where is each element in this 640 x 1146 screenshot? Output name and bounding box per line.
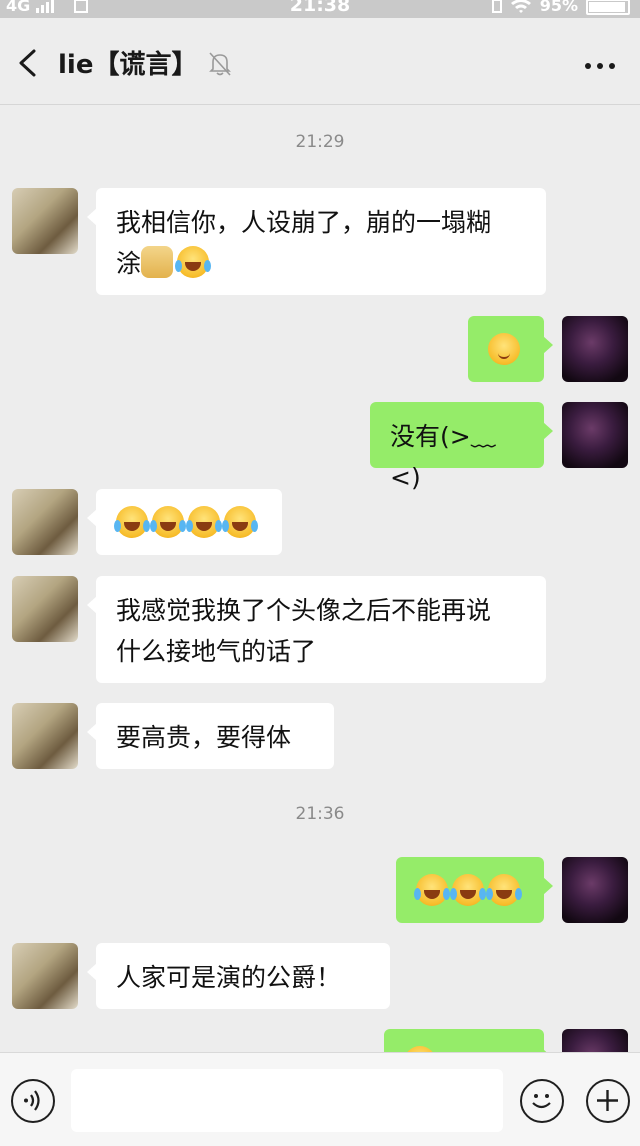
message-text: 没有(>﹏<) xyxy=(390,422,496,492)
wifi-icon xyxy=(510,0,531,13)
laugh-cry-emoji-icon xyxy=(186,506,222,538)
more-icon[interactable] xyxy=(584,62,616,70)
voice-button[interactable] xyxy=(11,1079,55,1123)
emoji-button[interactable] xyxy=(520,1079,564,1123)
message-bubble-received[interactable]: 我感觉我换了个头像之后不能再说 什么接地气的话了 xyxy=(87,576,546,683)
contact-avatar[interactable] xyxy=(12,943,78,1009)
message-text: 我相信你，人设崩了，崩的一塌糊 xyxy=(116,208,492,237)
timestamp: 21:29 xyxy=(295,132,345,152)
message-bubble-sent[interactable]: 没有(>﹏<) xyxy=(370,402,553,492)
timestamp: 21:36 xyxy=(295,804,345,824)
battery-percent: 95% xyxy=(539,0,578,15)
my-avatar[interactable] xyxy=(562,857,628,923)
status-bar: 4G 21:38 95% xyxy=(0,0,640,18)
my-avatar[interactable] xyxy=(562,402,628,468)
contact-avatar[interactable] xyxy=(12,703,78,769)
plus-button[interactable] xyxy=(586,1079,630,1123)
message-bubble-received[interactable] xyxy=(87,489,282,555)
no-sim-icon xyxy=(491,0,502,13)
message-text: 涂 xyxy=(116,249,142,278)
voice-icon xyxy=(24,1090,40,1111)
message-bubble-received[interactable]: 人家可是演的公爵！ xyxy=(87,943,390,1009)
laugh-cry-emoji-icon xyxy=(486,874,522,906)
message-bubble-received[interactable]: 要高贵，要得体 xyxy=(87,703,334,769)
status-right: 95% xyxy=(491,0,630,15)
message-bubble-sent[interactable] xyxy=(384,1029,553,1052)
battery-icon xyxy=(586,0,630,15)
laugh-cry-emoji-icon xyxy=(114,506,150,538)
emoji-icon xyxy=(532,1094,551,1109)
message-input[interactable] xyxy=(71,1069,503,1132)
message-bubble-received[interactable]: 我相信你，人设崩了，崩的一塌糊 涂 xyxy=(87,188,546,295)
message-bubble-sent[interactable] xyxy=(396,857,553,923)
message-text: 什么接地气的话了 xyxy=(116,637,317,666)
chat-header: lie【谎言】 xyxy=(0,18,640,105)
input-bar xyxy=(0,1052,640,1146)
doge-emoji-icon xyxy=(141,246,174,278)
my-avatar[interactable] xyxy=(562,1029,628,1052)
laugh-cry-emoji-icon xyxy=(222,506,258,538)
bell-off-icon xyxy=(209,52,231,76)
chat-title: lie【谎言】 xyxy=(58,50,198,80)
contact-avatar[interactable] xyxy=(12,576,78,642)
contact-avatar[interactable] xyxy=(12,489,78,555)
contact-avatar[interactable] xyxy=(12,188,78,254)
message-bubble-sent[interactable] xyxy=(468,316,553,382)
back-icon[interactable] xyxy=(14,48,42,78)
laugh-cry-emoji-icon xyxy=(450,874,486,906)
laugh-cry-emoji-icon xyxy=(414,874,450,906)
blush-emoji-icon xyxy=(488,333,520,365)
laugh-cry-emoji-icon xyxy=(175,246,212,278)
my-avatar[interactable] xyxy=(562,316,628,382)
message-list[interactable]: 21:29 我相信你，人设崩了，崩的一塌糊 涂 没有(>﹏<) 我感觉我换了个头… xyxy=(0,105,640,1052)
laugh-cry-emoji-icon xyxy=(150,506,186,538)
message-text: 要高贵，要得体 xyxy=(116,723,292,752)
message-text: 我感觉我换了个头像之后不能再说 xyxy=(116,596,492,625)
message-text: 人家可是演的公爵！ xyxy=(116,963,342,992)
plus-icon xyxy=(597,1090,618,1111)
